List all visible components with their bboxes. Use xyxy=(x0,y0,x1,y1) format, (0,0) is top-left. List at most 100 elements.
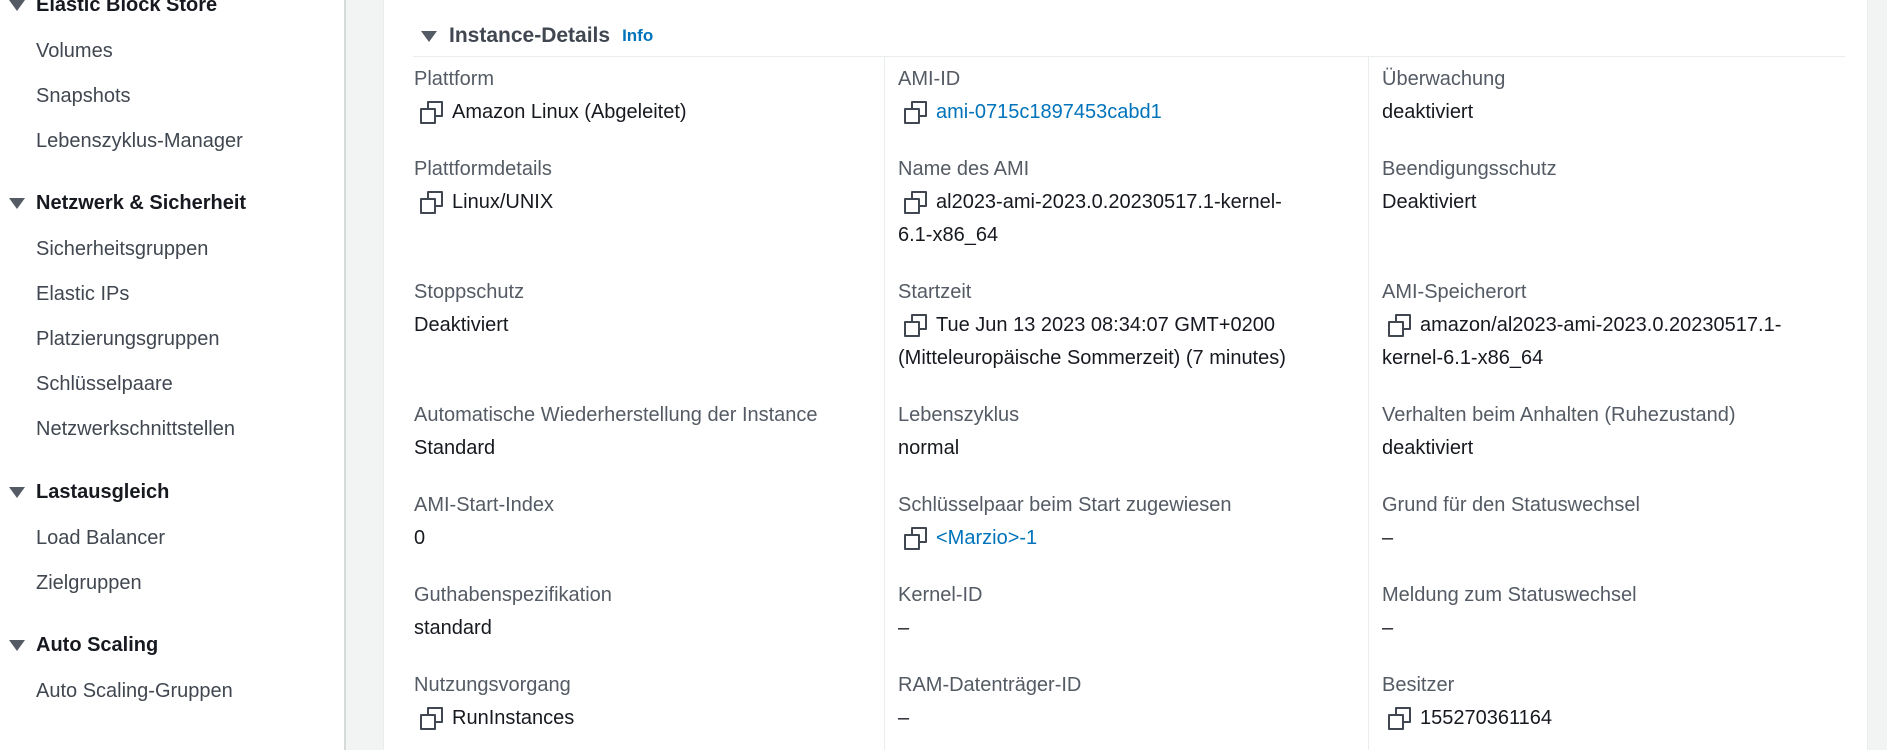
field-platform: Plattform Amazon Linux (Abgeleitet) xyxy=(414,63,874,129)
sidebar-item-auto-scaling-groups[interactable]: Auto Scaling-Gruppen xyxy=(36,680,233,703)
panel-header[interactable]: Instance-Details Info xyxy=(421,24,653,48)
field-lifecycle: Lebenszyklus normal xyxy=(898,399,1358,465)
field-label: Besitzer xyxy=(1382,674,1455,696)
copy-icon[interactable] xyxy=(904,101,927,124)
sidebar-item-security-groups[interactable]: Sicherheitsgruppen xyxy=(36,238,208,261)
field-value: Tue Jun 13 2023 08:34:07 GMT+0200 xyxy=(898,309,1358,342)
sidebar-item-network-interfaces[interactable]: Netzwerkschnittstellen xyxy=(36,418,235,441)
platform-value: Amazon Linux (Abgeleitet) xyxy=(452,101,687,123)
field-value: – xyxy=(898,702,1358,735)
field-label: Schlüsselpaar beim Start zugewiesen xyxy=(898,494,1232,516)
field-value-continued: 6.1-x86_64 xyxy=(898,219,1358,252)
ami-location-line2: kernel-6.1-x86_64 xyxy=(1382,347,1544,369)
termination-protection-value: Deaktiviert xyxy=(1382,191,1477,213)
launch-time-line2: (Mitteleuropäische Sommerzeit) (7 minute… xyxy=(898,347,1286,369)
field-label: Lebenszyklus xyxy=(898,404,1020,426)
copy-icon[interactable] xyxy=(420,707,443,730)
field-value: deaktiviert xyxy=(1382,432,1842,465)
field-label: Guthabenspezifikation xyxy=(414,584,612,606)
field-state-transition-message: Meldung zum Statuswechsel – xyxy=(1382,579,1842,645)
field-stop-hibernate-behavior: Verhalten beim Anhalten (Ruhezustand) de… xyxy=(1382,399,1842,465)
field-label: AMI-Speicherort xyxy=(1382,281,1527,303)
field-label: Beendigungsschutz xyxy=(1382,158,1557,180)
stop-hibernate-value: deaktiviert xyxy=(1382,437,1474,459)
caret-down-icon xyxy=(9,0,25,11)
sidebar-item-snapshots[interactable]: Snapshots xyxy=(36,85,131,108)
sidebar-section-load-balancing[interactable]: Lastausgleich xyxy=(0,481,169,504)
caret-down-icon xyxy=(9,198,25,209)
field-value: standard xyxy=(414,612,874,645)
field-value: – xyxy=(1382,612,1842,645)
sidebar-section-auto-scaling[interactable]: Auto Scaling xyxy=(0,634,158,657)
field-platform-details: Plattformdetails Linux/UNIX xyxy=(414,153,874,219)
ami-start-index-value: 0 xyxy=(414,527,426,549)
sidebar-section-title: Netzwerk & Sicherheit xyxy=(36,192,247,214)
ami-id-link[interactable]: ami-0715c1897453cabd1 xyxy=(936,96,1162,129)
field-stop-protection: Stoppschutz Deaktiviert xyxy=(414,276,874,342)
field-ami-start-index: AMI-Start-Index 0 xyxy=(414,489,874,555)
lifecycle-value: normal xyxy=(898,437,960,459)
field-label: Automatische Wiederherstellung der Insta… xyxy=(414,404,818,426)
copy-icon[interactable] xyxy=(904,527,927,550)
copy-icon[interactable] xyxy=(420,191,443,214)
state-transition-reason-value: – xyxy=(1382,527,1394,549)
info-link[interactable]: Info xyxy=(622,26,653,46)
copy-icon[interactable] xyxy=(1388,707,1411,730)
field-monitoring: Überwachung deaktiviert xyxy=(1382,63,1842,129)
key-pair-link[interactable]: <Marzio>-1 xyxy=(936,522,1037,555)
field-label: Meldung zum Statuswechsel xyxy=(1382,584,1637,606)
sidebar: Elastic Block Store Volumes Snapshots Le… xyxy=(0,0,346,750)
platform-details-value: Linux/UNIX xyxy=(452,191,554,213)
sidebar-item-target-groups[interactable]: Zielgruppen xyxy=(36,572,142,595)
field-value: 0 xyxy=(414,522,874,555)
copy-icon[interactable] xyxy=(904,314,927,337)
sidebar-item-key-pairs[interactable]: Schlüsselpaare xyxy=(36,373,173,396)
field-ami-id: AMI-ID ami-0715c1897453cabd1 xyxy=(898,63,1358,129)
field-value: Deaktiviert xyxy=(414,309,874,342)
sidebar-item-load-balancer[interactable]: Load Balancer xyxy=(36,527,165,550)
ami-name-line2: 6.1-x86_64 xyxy=(898,224,999,246)
field-label: Kernel-ID xyxy=(898,584,983,606)
sidebar-item-placement-groups[interactable]: Platzierungsgruppen xyxy=(36,328,219,351)
column-divider xyxy=(884,57,885,750)
field-value: – xyxy=(898,612,1358,645)
field-label: Grund für den Statuswechsel xyxy=(1382,494,1640,516)
field-value: normal xyxy=(898,432,1358,465)
launch-time-line1: Tue Jun 13 2023 08:34:07 GMT+0200 xyxy=(936,314,1275,336)
field-value: amazon/al2023-ami-2023.0.20230517.1- xyxy=(1382,309,1842,342)
field-value: Amazon Linux (Abgeleitet) xyxy=(414,96,874,129)
field-usage-operation: Nutzungsvorgang RunInstances xyxy=(414,669,874,735)
sidebar-section-title: Auto Scaling xyxy=(36,634,159,656)
sidebar-item-lifecycle-manager[interactable]: Lebenszyklus-Manager xyxy=(36,130,243,153)
sidebar-item-volumes[interactable]: Volumes xyxy=(36,40,113,63)
field-kernel-id: Kernel-ID – xyxy=(898,579,1358,645)
field-label: Plattform xyxy=(414,68,495,90)
field-label: Startzeit xyxy=(898,281,972,303)
copy-icon[interactable] xyxy=(420,101,443,124)
sidebar-item-elastic-ips[interactable]: Elastic IPs xyxy=(36,283,129,306)
field-label: Nutzungsvorgang xyxy=(414,674,571,696)
field-label: Name des AMI xyxy=(898,158,1030,180)
field-value: 155270361164 xyxy=(1382,702,1842,735)
field-value: Deaktiviert xyxy=(1382,186,1842,219)
copy-icon[interactable] xyxy=(904,191,927,214)
field-ami-location: AMI-Speicherort amazon/al2023-ami-2023.0… xyxy=(1382,276,1842,375)
field-value: deaktiviert xyxy=(1382,96,1842,129)
ram-disk-id-value: – xyxy=(898,707,910,729)
field-ami-name: Name des AMI al2023-ami-2023.0.20230517.… xyxy=(898,153,1358,252)
caret-down-icon[interactable] xyxy=(421,30,437,42)
field-label: AMI-Start-Index xyxy=(414,494,555,516)
field-label: Verhalten beim Anhalten (Ruhezustand) xyxy=(1382,404,1736,426)
credit-specification-value: standard xyxy=(414,617,492,639)
caret-down-icon xyxy=(9,487,25,498)
field-ram-disk-id: RAM-Datenträger-ID – xyxy=(898,669,1358,735)
sidebar-section-network-security[interactable]: Netzwerk & Sicherheit xyxy=(0,192,246,215)
copy-icon[interactable] xyxy=(1388,314,1411,337)
field-value: Linux/UNIX xyxy=(414,186,874,219)
field-launch-time: Startzeit Tue Jun 13 2023 08:34:07 GMT+0… xyxy=(898,276,1358,375)
sidebar-section-ebs[interactable]: Elastic Block Store xyxy=(0,0,217,17)
panel-title: Instance-Details xyxy=(449,24,611,47)
field-auto-recovery: Automatische Wiederherstellung der Insta… xyxy=(414,399,874,465)
field-value: RunInstances xyxy=(414,702,874,735)
field-key-pair: Schlüsselpaar beim Start zugewiesen <Mar… xyxy=(898,489,1358,555)
